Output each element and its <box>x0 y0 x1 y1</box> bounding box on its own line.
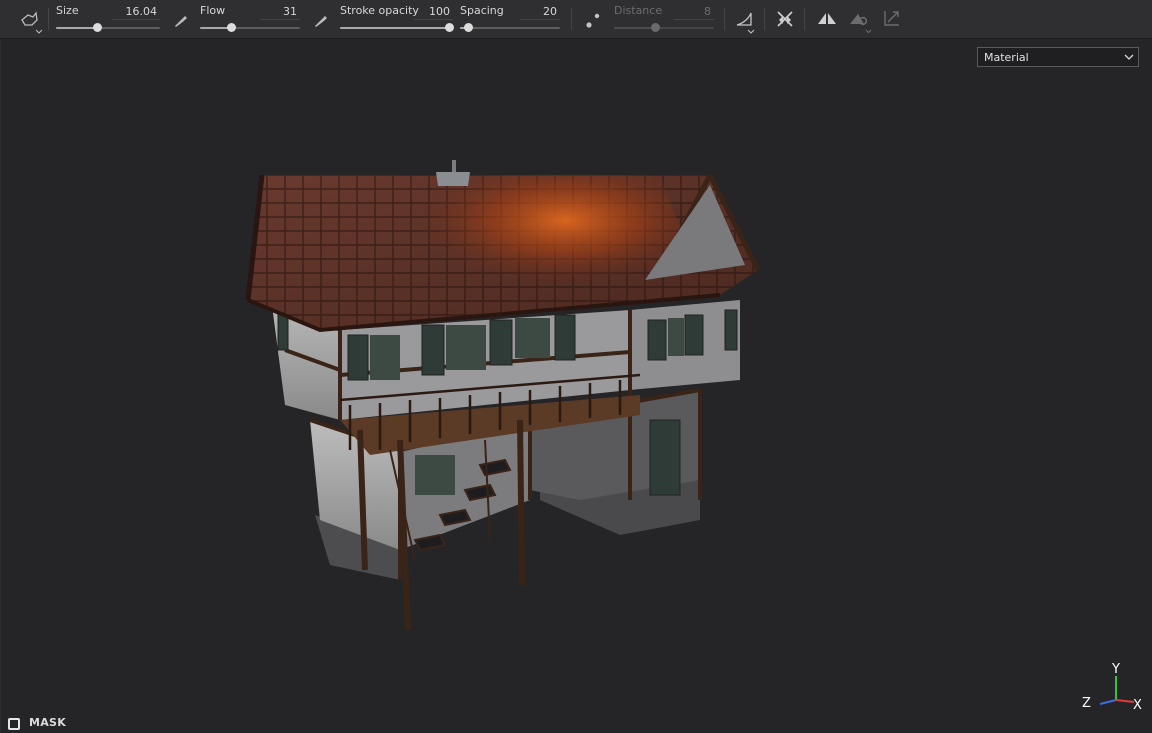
stroke-opacity-value[interactable]: 100 <box>429 5 450 18</box>
spacing-thumb[interactable] <box>464 23 473 32</box>
flow-value-underline <box>260 19 300 20</box>
toolbar-separator <box>724 8 725 30</box>
toolbar-separator <box>804 8 805 30</box>
distance-value-underline <box>674 19 714 20</box>
stroke-opacity-label: Stroke opacity <box>340 4 419 17</box>
distance-slider[interactable]: Distance 8 <box>614 0 714 38</box>
flow-slider[interactable]: Flow 31 <box>200 0 300 38</box>
pen-pressure-icon[interactable] <box>310 6 336 32</box>
toolbar-separator <box>764 8 765 30</box>
stroke-opacity-slider[interactable]: Stroke opacity 100 <box>340 0 454 38</box>
stroke-opacity-value-underline <box>414 19 453 20</box>
distance-label: Distance <box>614 4 663 17</box>
size-slider[interactable]: Size 16.04 <box>56 0 160 38</box>
stroke-opacity-thumb[interactable] <box>445 23 454 32</box>
distance-value[interactable]: 8 <box>704 5 711 18</box>
symmetry-icon[interactable] <box>814 6 840 32</box>
size-thumb[interactable] <box>93 23 102 32</box>
stroke-opacity-fill <box>340 27 450 29</box>
size-label: Size <box>56 4 79 17</box>
pen-pressure-icon[interactable] <box>170 6 196 32</box>
axis-z-label: Z <box>1082 696 1091 711</box>
size-value[interactable]: 16.04 <box>126 5 158 18</box>
transform-icon[interactable] <box>878 6 904 32</box>
channel-dropdown[interactable]: Material <box>977 47 1139 67</box>
lazy-mouse-icon[interactable] <box>582 6 608 32</box>
spacing-label: Spacing <box>460 4 504 17</box>
size-fill <box>56 27 97 29</box>
spacing-slider[interactable]: Spacing 20 <box>460 0 560 38</box>
toolbar-separator <box>571 8 572 30</box>
axis-gizmo: Y Z X <box>1078 660 1148 716</box>
size-value-underline <box>112 19 160 20</box>
symmetry-off-icon[interactable] <box>772 6 798 32</box>
spacing-value-underline <box>520 19 560 20</box>
toolbar-separator <box>48 8 49 30</box>
mask-icon <box>8 718 20 730</box>
distance-thumb[interactable] <box>651 23 660 32</box>
flow-value[interactable]: 31 <box>283 5 297 18</box>
chevron-down-icon <box>1124 52 1134 65</box>
distance-fill <box>614 27 655 29</box>
mask-label: MASK <box>29 716 67 729</box>
brush-toolbar: Size 16.04 Flow 31 Stroke opacity 100 Sp… <box>0 0 1152 39</box>
spacing-value[interactable]: 20 <box>543 5 557 18</box>
alignment-icon[interactable] <box>732 6 758 34</box>
flow-thumb[interactable] <box>227 23 236 32</box>
flow-label: Flow <box>200 4 226 17</box>
axis-y-label: Y <box>1112 662 1120 677</box>
axis-x-label: X <box>1133 698 1142 713</box>
fill-projection-icon[interactable] <box>846 6 872 34</box>
channel-dropdown-value: Material <box>984 51 1029 64</box>
house-3d-model[interactable] <box>240 120 770 640</box>
spacing-track[interactable] <box>460 27 560 29</box>
brush-preset-icon[interactable] <box>16 6 43 34</box>
